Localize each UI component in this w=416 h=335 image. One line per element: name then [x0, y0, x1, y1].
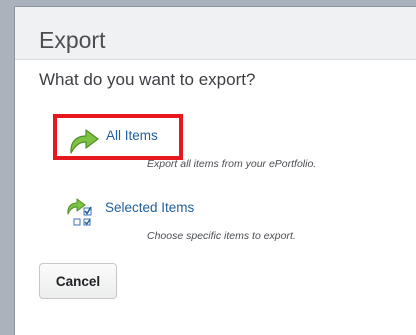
export-question: What do you want to export?: [39, 70, 256, 89]
selected-items-description: Choose specific items to export.: [147, 230, 296, 242]
export-dialog: Export What do you want to export? All I…: [14, 6, 416, 335]
export-selected-icon[interactable]: [65, 197, 95, 227]
highlight-box: [53, 114, 183, 160]
dialog-title: Export: [39, 27, 106, 53]
selected-items-link[interactable]: Selected Items: [105, 200, 194, 215]
cancel-button[interactable]: Cancel: [39, 263, 117, 299]
